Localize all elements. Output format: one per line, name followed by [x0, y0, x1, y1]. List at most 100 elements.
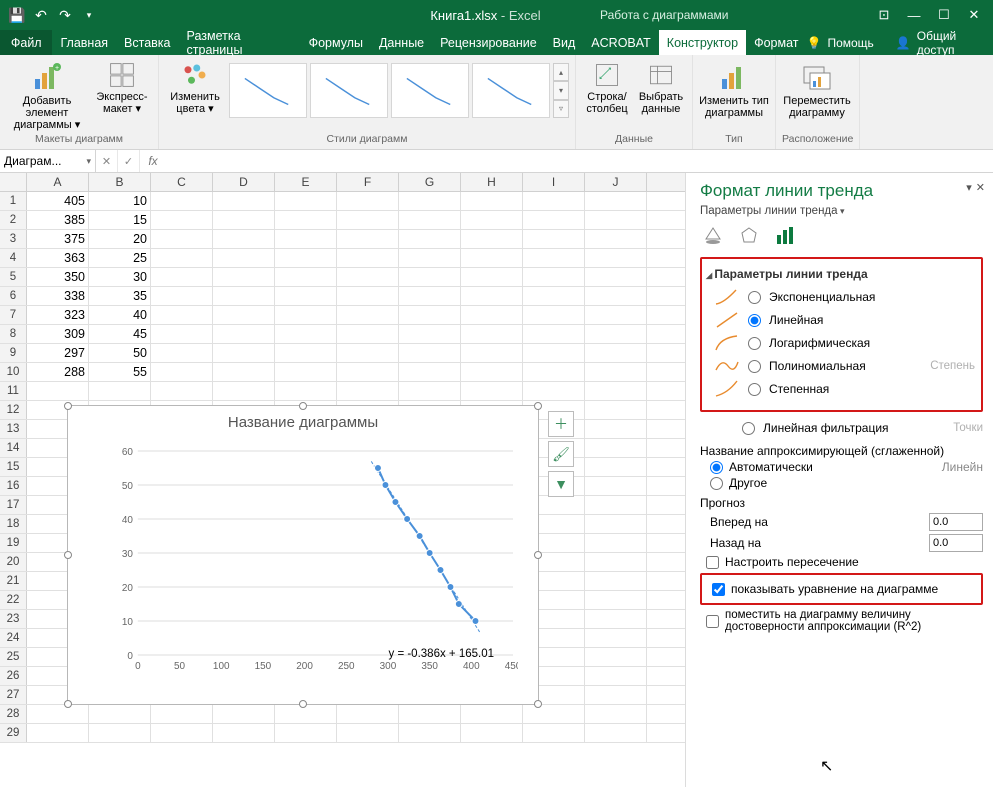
cell[interactable] — [585, 401, 647, 419]
cell[interactable] — [337, 268, 399, 286]
gallery-down-icon[interactable]: ▾ — [553, 81, 569, 99]
cell[interactable] — [213, 325, 275, 343]
cell[interactable] — [585, 496, 647, 514]
cell[interactable] — [275, 344, 337, 362]
cell[interactable] — [399, 325, 461, 343]
cell[interactable] — [399, 287, 461, 305]
cell[interactable] — [585, 458, 647, 476]
cell[interactable] — [461, 287, 523, 305]
cell[interactable] — [399, 192, 461, 210]
cell[interactable] — [399, 306, 461, 324]
cell[interactable] — [27, 705, 89, 723]
cell[interactable]: 50 — [89, 344, 151, 362]
cell[interactable] — [585, 211, 647, 229]
cell[interactable]: 25 — [89, 249, 151, 267]
name-box[interactable]: Диаграм... — [0, 150, 96, 172]
pane-options-icon[interactable]: ▾ — [966, 181, 972, 194]
switch-rowcol-button[interactable]: Строка/столбец — [582, 57, 632, 115]
cell[interactable] — [213, 344, 275, 362]
options-icon[interactable] — [774, 225, 796, 247]
cell[interactable] — [461, 705, 523, 723]
cell[interactable] — [461, 724, 523, 742]
row-header[interactable]: 10 — [0, 363, 27, 381]
cell[interactable] — [585, 306, 647, 324]
col-header[interactable]: F — [337, 173, 399, 191]
cell[interactable]: 40 — [89, 306, 151, 324]
resize-handle[interactable] — [534, 700, 542, 708]
cell[interactable] — [151, 724, 213, 742]
linear-radio[interactable] — [748, 314, 761, 327]
cell[interactable] — [151, 287, 213, 305]
cell[interactable] — [461, 249, 523, 267]
cell[interactable] — [337, 192, 399, 210]
undo-icon[interactable]: ↶ — [30, 4, 52, 26]
maximize-icon[interactable]: ☐ — [931, 4, 957, 26]
row-header[interactable]: 28 — [0, 705, 27, 723]
pane-subtitle[interactable]: Параметры линии тренда — [700, 205, 983, 217]
row-header[interactable]: 9 — [0, 344, 27, 362]
cell[interactable]: 297 — [27, 344, 89, 362]
cell[interactable] — [585, 629, 647, 647]
cell[interactable] — [399, 230, 461, 248]
cell[interactable] — [585, 648, 647, 666]
row-header[interactable]: 5 — [0, 268, 27, 286]
cell[interactable] — [585, 420, 647, 438]
minimize-icon[interactable]: — — [901, 4, 927, 26]
cell[interactable] — [399, 382, 461, 400]
plot-area[interactable]: 0102030405060050100150200250300350400450 — [108, 446, 518, 675]
cell[interactable] — [151, 325, 213, 343]
fx-icon[interactable]: fx — [140, 150, 166, 172]
row-header[interactable]: 15 — [0, 458, 27, 476]
cell[interactable] — [399, 363, 461, 381]
gallery-up-icon[interactable]: ▴ — [553, 63, 569, 81]
exponential-radio[interactable] — [748, 291, 761, 304]
cell[interactable] — [523, 325, 585, 343]
gallery-more-icon[interactable]: ▿ — [553, 100, 569, 118]
cell[interactable] — [337, 306, 399, 324]
cell[interactable] — [461, 192, 523, 210]
row-header[interactable]: 29 — [0, 724, 27, 742]
cell[interactable]: 288 — [27, 363, 89, 381]
cell[interactable] — [585, 230, 647, 248]
cell[interactable] — [337, 382, 399, 400]
cell[interactable] — [337, 363, 399, 381]
cell[interactable] — [523, 192, 585, 210]
cell[interactable]: 385 — [27, 211, 89, 229]
cell[interactable] — [275, 705, 337, 723]
cell[interactable] — [523, 363, 585, 381]
row-header[interactable]: 23 — [0, 610, 27, 628]
fill-line-icon[interactable] — [702, 225, 724, 247]
show-equation-check[interactable] — [712, 583, 725, 596]
change-chart-type-button[interactable]: Изменить тип диаграммы — [699, 57, 769, 119]
tab-format[interactable]: Формат — [746, 30, 806, 55]
cell[interactable] — [585, 705, 647, 723]
cell[interactable] — [337, 344, 399, 362]
cell[interactable] — [213, 363, 275, 381]
cell[interactable] — [337, 325, 399, 343]
show-r2-check[interactable] — [706, 615, 719, 628]
cell[interactable] — [213, 287, 275, 305]
tab-file[interactable]: Файл — [0, 30, 52, 55]
forecast-fwd-input[interactable] — [929, 513, 983, 531]
cell[interactable] — [461, 382, 523, 400]
cell[interactable] — [275, 268, 337, 286]
cell[interactable] — [523, 705, 585, 723]
polynomial-radio[interactable] — [748, 360, 761, 373]
cell[interactable] — [523, 230, 585, 248]
add-chart-element-button[interactable]: + Добавить элемент диаграммы ▾ — [6, 57, 88, 131]
cell[interactable]: 35 — [89, 287, 151, 305]
cell[interactable] — [275, 211, 337, 229]
cell[interactable] — [523, 211, 585, 229]
cell[interactable] — [151, 192, 213, 210]
cell[interactable] — [523, 249, 585, 267]
cell[interactable] — [275, 325, 337, 343]
trendline-options-header[interactable]: Параметры линии тренда — [706, 267, 975, 281]
resize-handle[interactable] — [534, 402, 542, 410]
col-header[interactable]: A — [27, 173, 89, 191]
col-header[interactable]: E — [275, 173, 337, 191]
cell[interactable] — [275, 249, 337, 267]
share-label[interactable]: Общий доступ — [917, 29, 985, 57]
cancel-fx-icon[interactable]: ✕ — [96, 150, 118, 172]
name-other-radio[interactable] — [710, 477, 723, 490]
power-radio[interactable] — [748, 383, 761, 396]
